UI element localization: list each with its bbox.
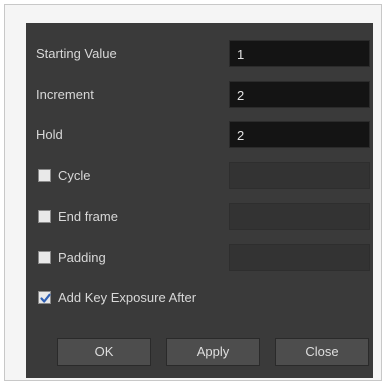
checkmark-icon — [40, 293, 51, 303]
end-frame-checkbox[interactable] — [38, 210, 51, 223]
hold-label: Hold — [36, 127, 63, 142]
add-key-exposure-checkbox[interactable] — [38, 291, 51, 304]
increment-row: Increment 2 — [26, 81, 373, 109]
ok-button[interactable]: OK — [57, 338, 151, 366]
add-key-exposure-row: Add Key Exposure After — [26, 284, 373, 312]
hold-row: Hold 2 — [26, 121, 373, 149]
cycle-field[interactable] — [229, 162, 370, 189]
starting-value-field[interactable]: 1 — [229, 40, 370, 67]
apply-button[interactable]: Apply — [166, 338, 260, 366]
add-key-exposure-label: Add Key Exposure After — [58, 290, 197, 305]
cycle-checkbox[interactable] — [38, 169, 51, 182]
increment-field[interactable]: 2 — [229, 81, 370, 108]
padding-field[interactable] — [229, 244, 370, 271]
starting-value-row: Starting Value 1 — [26, 40, 373, 68]
increment-label: Increment — [36, 87, 94, 102]
padding-checkbox[interactable] — [38, 251, 51, 264]
screenshot-frame: Starting Value 1 Increment 2 Hold 2 Cycl… — [4, 4, 382, 381]
hold-field[interactable]: 2 — [229, 121, 370, 148]
cycle-label: Cycle — [58, 168, 91, 183]
end-frame-row: End frame — [26, 203, 373, 231]
cycle-row: Cycle — [26, 162, 373, 190]
close-button[interactable]: Close — [275, 338, 369, 366]
increment-dialog: Starting Value 1 Increment 2 Hold 2 Cycl… — [26, 23, 373, 378]
end-frame-label: End frame — [58, 209, 118, 224]
padding-label: Padding — [58, 250, 106, 265]
end-frame-field[interactable] — [229, 203, 370, 230]
starting-value-label: Starting Value — [36, 46, 117, 61]
padding-row: Padding — [26, 244, 373, 272]
